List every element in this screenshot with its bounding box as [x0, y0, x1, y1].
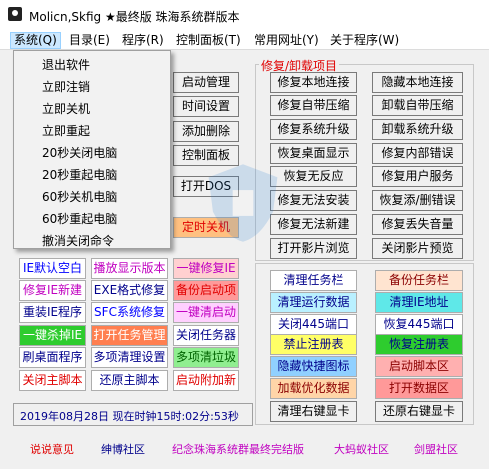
open-data-area-button[interactable]: 打开数据区 — [375, 378, 463, 399]
menu-item-restart-now[interactable]: 立即重起 — [42, 122, 90, 139]
one-click-repair-ie-button[interactable]: 一键修复IE — [173, 258, 239, 279]
hide-local-connection-button[interactable]: 隐藏本地连接 — [372, 72, 463, 93]
menu-system[interactable]: 系统(Q) — [10, 32, 61, 49]
clock-status-text: 2019年08月28日 现在时钟15时:02分:53秒 — [20, 410, 239, 423]
uninstall-builtin-zip-button[interactable]: 卸载自带压缩 — [372, 95, 463, 116]
startup-add-new-button[interactable]: 启动附加新 — [173, 370, 239, 391]
one-click-kill-ie-button[interactable]: 一键杀掉IE — [19, 325, 86, 346]
status-bar: 2019年08月28日 现在时钟15时:02分:53秒 — [13, 403, 253, 426]
close-main-script-button[interactable]: 关闭主脚本 — [19, 370, 86, 391]
menu-bar: 系统(Q) 目录(E) 程序(R) 控制面板(T) 常用网址(Y) 关于程序(W… — [0, 30, 489, 50]
restore-main-script-button[interactable]: 还原主脚本 — [91, 370, 168, 391]
startup-manager-button[interactable]: 启动管理 — [173, 72, 239, 93]
exe-format-repair-button[interactable]: EXE格式修复 — [91, 280, 168, 301]
menu-item-restart-20s[interactable]: 20秒重起电脑 — [42, 166, 117, 183]
disable-registry-button[interactable]: 禁止注册表 — [270, 334, 357, 355]
menu-item-logout-now[interactable]: 立即注销 — [42, 78, 90, 95]
repair-cannot-create-new-button[interactable]: 修复无法新建 — [270, 214, 357, 235]
control-panel-button[interactable]: 控制面板 — [173, 145, 239, 166]
open-video-browse-button[interactable]: 打开影片浏览 — [270, 238, 357, 259]
sfc-system-repair-button[interactable]: SFC系统修复 — [91, 302, 168, 323]
restore-right-click-gpu-button[interactable]: 还原右键显卡 — [375, 401, 463, 422]
reinstall-ie-button[interactable]: 重装IE程序 — [19, 302, 86, 323]
menu-item-shutdown-60s[interactable]: 60秒关机电脑 — [42, 188, 117, 205]
footer-memorial-link[interactable]: 纪念珠海系统群最终完结版 — [172, 441, 304, 457]
time-settings-button[interactable]: 时间设置 — [173, 96, 239, 117]
close-task-manager-button[interactable]: 关闭任务器 — [173, 325, 239, 346]
footer-ant-community-link[interactable]: 大蚂蚁社区 — [334, 441, 389, 457]
refresh-desktop-button[interactable]: 刷桌面程序 — [19, 347, 86, 368]
repair-local-connection-button[interactable]: 修复本地连接 — [270, 72, 357, 93]
menu-item-shutdown-20s[interactable]: 20秒关闭电脑 — [42, 144, 117, 161]
restore-registry-button[interactable]: 恢复注册表 — [375, 334, 463, 355]
footer-feedback-link[interactable]: 说说意见 — [30, 441, 74, 457]
open-task-manager-button[interactable]: 打开任务管理 — [91, 325, 168, 346]
menu-item-exit[interactable]: 退出软件 — [42, 56, 90, 73]
restore-desktop-display-button[interactable]: 恢复桌面显示 — [270, 143, 357, 164]
title-bar: Molicn,Skfig ★最终版 珠海系统群版本 — [0, 0, 489, 30]
footer-jianmeng-link[interactable]: 剑盟社区 — [414, 441, 458, 457]
load-optimize-data-button[interactable]: 加载优化数据 — [270, 378, 357, 399]
menu-programs[interactable]: 程序(R) — [119, 32, 167, 49]
uninstall-system-update-button[interactable]: 卸载系统升级 — [372, 119, 463, 140]
menu-item-shutdown-now[interactable]: 立即关机 — [42, 100, 90, 117]
clean-ie-address-button[interactable]: 清理IE地址 — [375, 292, 463, 313]
repair-user-service-button[interactable]: 修复用户服务 — [372, 166, 463, 187]
clean-taskbar-button[interactable]: 清理任务栏 — [270, 270, 357, 291]
ie-default-blank-button[interactable]: IE默认空白 — [19, 258, 86, 279]
menu-item-restart-60s[interactable]: 60秒重起电脑 — [42, 210, 117, 227]
app-icon — [8, 7, 22, 21]
multi-clean-settings-button[interactable]: 多项清理设置 — [91, 347, 168, 368]
menu-control-panel[interactable]: 控制面板(T) — [173, 32, 244, 49]
backup-taskbar-button[interactable]: 备份任务栏 — [375, 270, 463, 291]
restore-no-response-button[interactable]: 恢复无反应 — [270, 166, 357, 187]
hide-shortcut-icon-button[interactable]: 隐藏快捷图标 — [270, 356, 357, 377]
add-remove-button[interactable]: 添加删除 — [173, 121, 239, 142]
window-title: Molicn,Skfig ★最终版 珠海系统群版本 — [29, 10, 240, 24]
system-menu-dropdown: 退出软件 立即注销 立即关机 立即重起 20秒关闭电脑 20秒重起电脑 60秒关… — [13, 50, 171, 249]
footer-shenbo-link[interactable]: 绅博社区 — [101, 441, 145, 457]
repair-system-update-button[interactable]: 修复系统升级 — [270, 119, 357, 140]
startup-script-area-button[interactable]: 启动脚本区 — [375, 356, 463, 377]
menu-item-cancel-shutdown[interactable]: 撤消关闭命令 — [42, 232, 114, 249]
menu-directory[interactable]: 目录(E) — [66, 32, 113, 49]
clean-run-data-button[interactable]: 清理运行数据 — [270, 292, 357, 313]
close-port-445-button[interactable]: 关闭445端口 — [270, 314, 357, 335]
restore-add-remove-error-button[interactable]: 恢复添/删错误 — [372, 190, 463, 211]
repair-builtin-zip-button[interactable]: 修复自带压缩 — [270, 95, 357, 116]
repair-ie-new-button[interactable]: 修复IE新建 — [19, 280, 86, 301]
clean-right-click-gpu-button[interactable]: 清理右键显卡 — [270, 401, 357, 422]
menu-about[interactable]: 关于程序(W) — [327, 32, 402, 49]
backup-startup-button[interactable]: 备份启动项 — [173, 280, 239, 301]
repair-missing-volume-button[interactable]: 修复丢失音量 — [372, 214, 463, 235]
restore-port-445-button[interactable]: 恢复445端口 — [375, 314, 463, 335]
open-dos-button[interactable]: 打开DOS — [173, 176, 239, 197]
one-click-clear-startup-button[interactable]: 一键清启动 — [173, 302, 239, 323]
close-video-preview-button[interactable]: 关闭影片预览 — [372, 238, 463, 259]
menu-common-urls[interactable]: 常用网址(Y) — [251, 32, 322, 49]
repair-internal-error-button[interactable]: 修复内部错误 — [372, 143, 463, 164]
timed-shutdown-button[interactable]: 定时关机 — [173, 217, 239, 238]
play-display-version-button[interactable]: 播放显示版本 — [91, 258, 168, 279]
multi-clean-junk-button[interactable]: 多项清垃圾 — [173, 347, 239, 368]
repair-cannot-install-button[interactable]: 修复无法安装 — [270, 190, 357, 211]
